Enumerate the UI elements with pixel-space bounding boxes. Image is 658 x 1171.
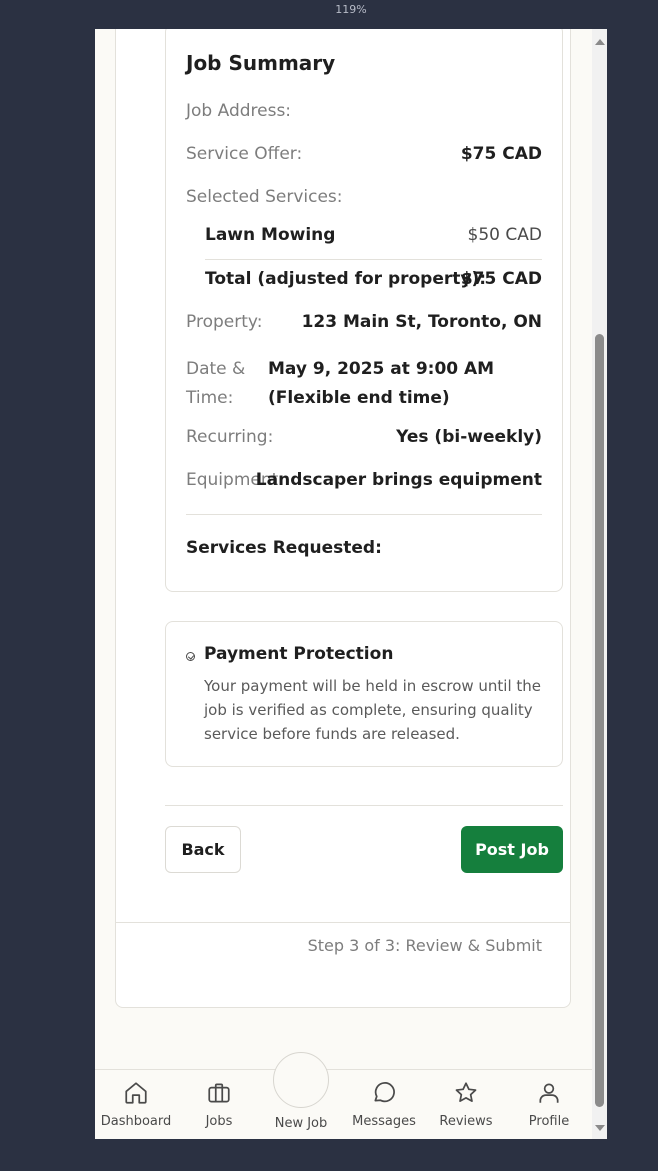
equipment-value: Landscaper brings equipment [255,470,542,490]
total-value: $75 CAD [460,269,542,289]
service-offer-label: Service Offer: [186,144,303,164]
review-card: Job Summary Job Address: Service Offer: … [115,29,571,1008]
service-item-price: $50 CAD [467,225,542,245]
datetime-value-line2: (Flexible end time) [268,388,450,408]
datetime-value-line1: May 9, 2025 at 9:00 AM [268,359,495,379]
back-button[interactable]: Back [165,826,241,873]
user-icon [539,1083,559,1103]
home-icon [125,1082,147,1104]
summary-divider [186,514,542,515]
zoom-level: 119% [335,3,367,16]
nav-reviews-label: Reviews [439,1114,493,1129]
job-summary-card: Job Summary Job Address: Service Offer: … [165,29,563,592]
recurring-value: Yes (bi-weekly) [396,427,542,447]
nav-profile[interactable]: Profile [508,1070,588,1139]
scroll-down-arrow-icon[interactable] [595,1125,605,1131]
scrollbar[interactable] [592,29,607,1139]
nav-jobs[interactable]: Jobs [178,1070,258,1139]
shield-check-icon [186,652,195,661]
nav-messages[interactable]: Messages [343,1070,423,1139]
service-item-name: Lawn Mowing [205,225,336,245]
scrollbar-thumb[interactable] [595,334,604,1107]
payment-protection-text: Your payment will be held in escrow unti… [204,677,542,743]
services-divider [205,259,542,260]
total-label: Total (adjusted for property): [205,269,487,289]
datetime-value: May 9, 2025 at 9:00 AM (Flexible end tim… [268,355,494,413]
star-icon [455,1082,477,1102]
property-value: 123 Main St, Toronto, ON [301,312,542,332]
job-summary-title: Job Summary [186,51,336,75]
property-label: Property: [186,312,263,332]
job-address-label: Job Address: [186,101,292,121]
footer-divider [116,922,570,923]
datetime-label: Date & Time: [186,355,245,413]
service-offer-value: $75 CAD [460,144,542,164]
bottom-navigation: Dashboard Jobs New Job Messages Reviews [95,1052,592,1139]
nav-dashboard-label: Dashboard [100,1114,172,1129]
nav-messages-label: Messages [352,1114,416,1129]
nav-profile-label: Profile [528,1114,570,1129]
briefcase-icon [208,1083,230,1103]
datetime-label-line1: Date & [186,359,246,379]
actions-divider [165,805,563,806]
nav-new-job[interactable]: New Job [260,1070,340,1139]
post-job-button[interactable]: Post Job [461,826,563,873]
nav-dashboard[interactable]: Dashboard [95,1070,175,1139]
payment-protection-card: Payment Protection Your payment will be … [165,621,563,767]
chat-bubble-icon [374,1082,395,1103]
recurring-label: Recurring: [186,427,274,447]
nav-reviews[interactable]: Reviews [425,1070,505,1139]
nav-jobs-label: Jobs [205,1114,233,1129]
scroll-up-arrow-icon[interactable] [595,39,605,45]
step-indicator: Step 3 of 3: Review & Submit [307,936,542,955]
nav-new-job-label: New Job [274,1116,328,1131]
app-viewport: Job Summary Job Address: Service Offer: … [95,29,607,1139]
datetime-label-line2: Time: [186,388,234,408]
services-requested-label: Services Requested: [186,538,382,558]
payment-protection-title: Payment Protection [204,644,394,664]
selected-services-label: Selected Services: [186,187,343,207]
